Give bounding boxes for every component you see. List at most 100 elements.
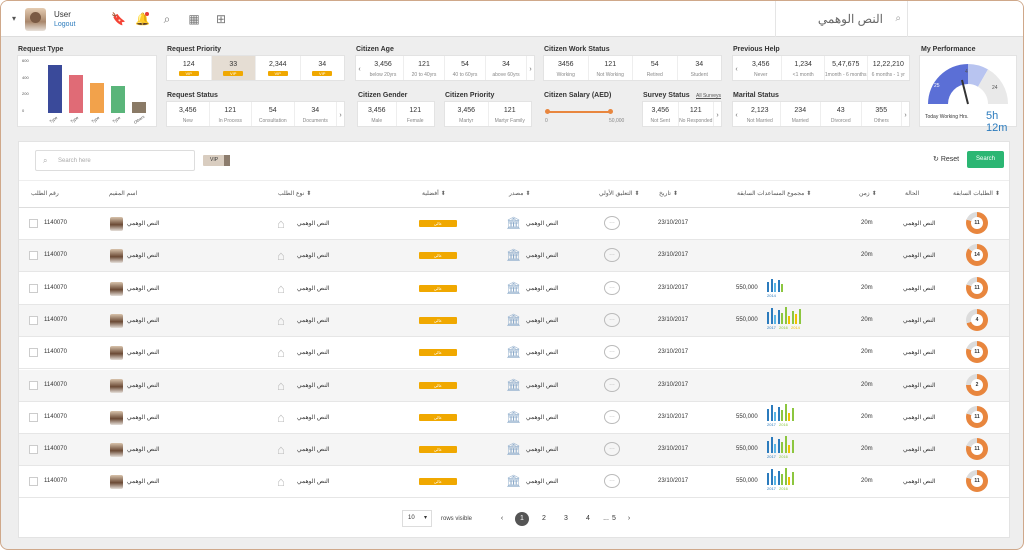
stat-cell[interactable]: 5,47,675 1month - 6 months <box>825 56 868 80</box>
stat-cell[interactable]: 43 Divorced <box>821 102 862 126</box>
logout-link[interactable]: Logout <box>54 21 75 28</box>
sort-icon[interactable]: ⬍ <box>872 191 877 197</box>
scroll-right-icon[interactable]: › <box>902 102 909 126</box>
notification-bell-icon[interactable]: 🔔 <box>135 12 150 26</box>
header-search-icon[interactable]: ⌕ <box>895 13 901 24</box>
comment-icon[interactable]: … <box>604 442 620 457</box>
stat-cell[interactable]: 2,344 VIP <box>256 56 301 80</box>
stat-cell[interactable]: 3,456 Male <box>358 102 397 126</box>
comment-icon[interactable]: … <box>604 312 620 327</box>
salary-max-handle[interactable] <box>608 109 613 114</box>
scroll-right-icon[interactable]: › <box>714 102 721 126</box>
page-button[interactable]: 1 <box>515 512 529 526</box>
stat-cell[interactable]: 121 In Process <box>210 102 252 126</box>
row-checkbox[interactable] <box>29 412 38 422</box>
search-button[interactable]: Search <box>967 151 1004 168</box>
previous-requests-donut[interactable]: 14 <box>966 244 988 267</box>
sort-icon[interactable]: ⬍ <box>995 191 1000 197</box>
stat-cell[interactable]: 54 Consultation <box>252 102 295 126</box>
row-checkbox[interactable] <box>29 380 38 390</box>
scroll-left-icon[interactable]: ‹ <box>356 56 363 80</box>
stat-cell[interactable]: 3,456 Martyr <box>445 102 489 126</box>
bookmark-icon[interactable]: 🔖 <box>111 12 126 26</box>
search-icon[interactable]: ⌕ <box>160 12 174 26</box>
previous-requests-donut[interactable]: 11 <box>966 341 988 364</box>
row-checkbox[interactable] <box>29 348 38 358</box>
bar-3[interactable] <box>111 86 125 113</box>
previous-requests-donut[interactable]: 11 <box>966 276 988 299</box>
col-id[interactable]: رقم الطلب <box>31 190 59 197</box>
vip-toggle[interactable]: VIP <box>203 155 230 166</box>
stat-cell[interactable]: 3456 Working <box>544 56 589 80</box>
stat-cell[interactable]: 121 No Responded <box>679 102 714 126</box>
stat-cell[interactable]: 33 VIP <box>211 56 256 80</box>
stat-cell[interactable]: 124 VIP <box>167 56 212 80</box>
stat-cell[interactable]: 34 Documents <box>295 102 337 126</box>
bar-2[interactable] <box>90 83 104 113</box>
stat-cell[interactable]: 34 Student <box>678 56 722 80</box>
stat-cell[interactable]: 54 40 to 60yrs <box>445 56 486 80</box>
col-date[interactable]: تاريخ ⬍ <box>659 190 680 197</box>
rows-per-page-select[interactable]: 10 ▾ <box>402 510 432 527</box>
prev-page-button[interactable]: ‹ <box>495 512 509 526</box>
previous-requests-donut[interactable]: 4 <box>966 308 988 331</box>
row-checkbox[interactable] <box>29 315 38 325</box>
col-name[interactable]: اسم المقيم <box>109 190 137 197</box>
user-menu-caret-icon[interactable]: ▾ <box>12 14 16 23</box>
table-row[interactable]: 1140070 النص الوهمي ⌂ النص الوهمي عالي 🏛 النص … <box>19 466 1009 499</box>
stat-cell[interactable]: 121 Female <box>397 102 435 126</box>
scroll-right-icon[interactable]: › <box>527 56 534 80</box>
stat-cell[interactable]: 3,456 Not Sent <box>643 102 679 126</box>
stat-cell[interactable]: 121 Martyr Family <box>489 102 532 126</box>
col-status[interactable]: الحالة <box>905 190 919 197</box>
scroll-left-icon[interactable]: ‹ <box>733 102 740 126</box>
table-row[interactable]: 1140070 النص الوهمي ⌂ النص الوهمي عالي 🏛 النص … <box>19 369 1009 402</box>
row-checkbox[interactable] <box>29 283 38 293</box>
comment-icon[interactable]: … <box>604 377 620 392</box>
sort-icon[interactable]: ⬍ <box>806 191 811 197</box>
all-surveys-link[interactable]: All Surveys <box>696 93 721 99</box>
row-checkbox[interactable] <box>29 445 38 455</box>
table-row[interactable]: 1140070 النص الوهمي ⌂ النص الوهمي عالي 🏛 النص … <box>19 304 1009 337</box>
table-row[interactable]: 1140070 النص الوهمي ⌂ النص الوهمي عالي 🏛 النص … <box>19 273 1009 305</box>
header-search-input[interactable]: النص الوهمي <box>818 12 883 26</box>
reset-button[interactable]: ↻ Reset <box>933 155 959 163</box>
previous-requests-donut[interactable]: 11 <box>966 212 988 234</box>
page-button[interactable]: 2 <box>537 512 551 526</box>
bar-4[interactable] <box>132 102 146 113</box>
sort-icon[interactable]: ⬍ <box>441 191 446 197</box>
stat-cell[interactable]: 355 Others <box>862 102 902 126</box>
page-button[interactable]: 5 <box>607 512 621 526</box>
col-type[interactable]: نوع الطلب ⬍ <box>278 190 313 197</box>
stat-cell[interactable]: 121 20 to 40yrs <box>404 56 445 80</box>
comment-icon[interactable]: … <box>604 474 620 489</box>
stat-cell[interactable]: 12,22,210 6 months - 1 yr <box>868 56 909 80</box>
sort-icon[interactable]: ⬍ <box>525 191 530 197</box>
stat-cell[interactable]: 234 Married <box>781 102 821 126</box>
header-search[interactable]: النص الوهمي ⌕ <box>775 1 908 37</box>
stat-cell[interactable]: 34 above 60yrs <box>486 56 527 80</box>
row-checkbox[interactable] <box>29 251 38 261</box>
bar-0[interactable] <box>48 65 62 113</box>
row-checkbox[interactable] <box>29 219 38 228</box>
row-checkbox[interactable] <box>29 477 38 487</box>
comment-icon[interactable]: … <box>604 345 620 360</box>
previous-requests-donut[interactable]: 2 <box>966 373 988 396</box>
page-button[interactable]: 4 <box>581 512 595 526</box>
previous-requests-donut[interactable]: 11 <box>966 405 988 428</box>
table-row[interactable]: 1140070 النص الوهمي ⌂ النص الوهمي عالي 🏛 النص … <box>19 402 1009 434</box>
grid-apps-icon[interactable]: ⊞ <box>214 12 228 26</box>
table-row[interactable]: 1140070 النص الوهمي ⌂ النص الوهمي عالي 🏛 النص … <box>19 337 1009 370</box>
stat-cell[interactable]: 3,456 Never <box>740 56 783 80</box>
col-previous[interactable]: الطلبات السابقة ⬍ <box>953 190 1002 197</box>
stat-cell[interactable]: 54 Retired <box>633 56 678 80</box>
col-comment[interactable]: التعليق الأولي ⬍ <box>599 190 642 197</box>
stat-cell[interactable]: 1,234 <1 month <box>782 56 825 80</box>
salary-slider[interactable]: 0 50,000 <box>544 101 632 127</box>
sort-icon[interactable]: ⬍ <box>673 191 678 197</box>
bar-1[interactable] <box>69 75 83 113</box>
salary-min-handle[interactable] <box>545 109 550 114</box>
sort-icon[interactable]: ⬍ <box>306 191 311 197</box>
scroll-right-icon[interactable]: › <box>337 102 344 126</box>
stat-cell[interactable]: 2,123 Not Married <box>740 102 781 126</box>
